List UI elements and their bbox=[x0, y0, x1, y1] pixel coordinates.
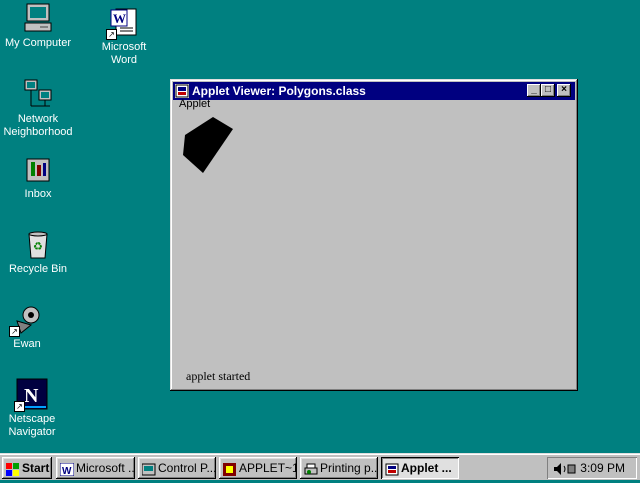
desktop-icon-network-neighborhood[interactable]: Network Neighborhood bbox=[0, 78, 76, 139]
netscape-icon: N ↗ bbox=[14, 378, 48, 412]
control-panel-icon bbox=[141, 461, 156, 476]
desktop-icon-my-computer[interactable]: My Computer bbox=[0, 2, 76, 50]
java-applet-icon bbox=[385, 461, 399, 476]
desktop-icon-label: Microsoft Word bbox=[101, 41, 147, 66]
svg-text:W: W bbox=[62, 466, 72, 476]
system-tray: 3:09 PM bbox=[547, 457, 637, 479]
windows-logo-icon bbox=[6, 461, 20, 476]
desktop-icon-ewan[interactable]: ↗ Ewan bbox=[0, 303, 65, 351]
applet-viewer-icon[interactable] bbox=[175, 84, 189, 98]
window-title: Applet Viewer: Polygons.class bbox=[192, 84, 366, 98]
folder-user-icon: ↗ bbox=[9, 303, 43, 337]
taskbar-button-control-panel[interactable]: Control P... bbox=[138, 457, 216, 479]
start-label: Start bbox=[22, 461, 50, 475]
taskbar-button-label: Control P... bbox=[158, 461, 216, 475]
network-icon bbox=[22, 78, 54, 110]
applet-folder-icon bbox=[223, 461, 237, 476]
svg-text:♻: ♻ bbox=[33, 241, 43, 253]
taskbar-button-printing[interactable]: Printing p... bbox=[300, 457, 378, 479]
taskbar-button-label: Printing p... bbox=[320, 461, 378, 475]
applet-polygon bbox=[183, 117, 233, 173]
desktop-icon-label: My Computer bbox=[4, 37, 72, 49]
desktop-icon-label: Ewan bbox=[13, 338, 41, 350]
taskbar-button-applet-viewer[interactable]: Applet ... bbox=[381, 457, 459, 479]
clock[interactable]: 3:09 PM bbox=[580, 457, 625, 479]
printer-icon bbox=[304, 461, 318, 475]
desktop-icon-microsoft-word[interactable]: W ↗ Microsoft Word bbox=[86, 6, 162, 67]
desktop-icon-netscape-navigator[interactable]: N ↗ Netscape Navigator bbox=[0, 378, 70, 439]
taskbar: Start W Microsoft ... Control P... APPLE… bbox=[0, 453, 640, 480]
maximize-button[interactable]: □ bbox=[541, 84, 555, 97]
taskbar-button-label: APPLET~1 bbox=[239, 461, 297, 475]
taskbar-button-applet-folder[interactable]: APPLET~1 bbox=[219, 457, 297, 479]
computer-icon bbox=[22, 2, 54, 34]
desktop-icon-label: Recycle Bin bbox=[8, 263, 68, 275]
shortcut-arrow-icon: ↗ bbox=[9, 326, 20, 337]
inbox-icon bbox=[22, 153, 54, 185]
taskbar-button-label: Applet ... bbox=[401, 461, 452, 475]
recycle-bin-icon: ♻ bbox=[22, 228, 54, 260]
volume-icon[interactable] bbox=[553, 461, 577, 475]
applet-viewer-window[interactable]: Applet Viewer: Polygons.class _ □ × Appl… bbox=[170, 79, 578, 391]
svg-text:W: W bbox=[113, 11, 126, 26]
word-icon: W bbox=[59, 461, 75, 477]
desktop-icon-inbox[interactable]: Inbox bbox=[0, 153, 76, 201]
taskbar-button-microsoft-word[interactable]: W Microsoft ... bbox=[56, 457, 135, 479]
svg-text:N: N bbox=[24, 385, 39, 407]
shortcut-arrow-icon: ↗ bbox=[14, 401, 25, 412]
applet-status-text: applet started bbox=[186, 369, 251, 383]
close-button[interactable]: × bbox=[557, 84, 571, 97]
start-button[interactable]: Start bbox=[2, 457, 52, 479]
menu-applet[interactable]: Applet bbox=[179, 98, 210, 110]
minimize-button[interactable]: _ bbox=[527, 84, 541, 97]
menubar: Applet bbox=[179, 98, 210, 110]
desktop-icon-label: Network Neighborhood bbox=[3, 113, 73, 138]
taskbar-button-label: Microsoft ... bbox=[76, 461, 135, 475]
desktop-icon-label: Netscape Navigator bbox=[8, 413, 56, 438]
desktop-icon-label: Inbox bbox=[24, 188, 52, 200]
desktop-icon-recycle-bin[interactable]: ♻ Recycle Bin bbox=[0, 228, 76, 276]
word-document-icon: W ↗ bbox=[106, 6, 140, 40]
window-titlebar[interactable]: Applet Viewer: Polygons.class _ □ × bbox=[173, 82, 575, 100]
shortcut-arrow-icon: ↗ bbox=[106, 29, 117, 40]
